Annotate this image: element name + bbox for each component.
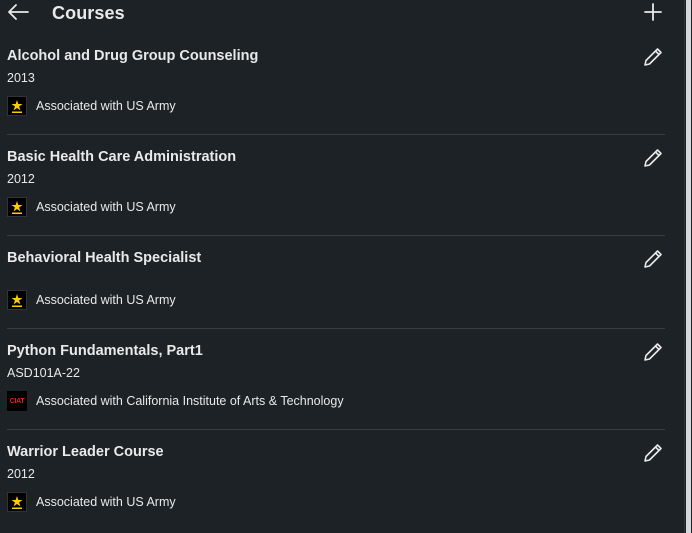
course-name: Behavioral Health Specialist [7, 250, 202, 266]
course-year: 2012 [7, 172, 35, 186]
association-text: Associated with US Army [36, 99, 176, 113]
edit-course-button[interactable] [640, 145, 666, 171]
association-text: Associated with US Army [36, 293, 176, 307]
header: Courses [0, 0, 685, 30]
courses-panel: Courses Alcohol and Drug Group Counselin… [0, 0, 685, 533]
arrow-left-icon [8, 4, 29, 20]
association-text: Associated with US Army [36, 200, 176, 214]
pencil-icon [644, 444, 662, 462]
edit-course-button[interactable] [640, 440, 666, 466]
page-title: Courses [52, 3, 125, 23]
course-item: Warrior Leader Course 2012 Associated wi… [7, 430, 665, 530]
course-number: ASD101A-22 [7, 366, 80, 380]
us-army-logo [7, 290, 27, 310]
us-army-logo [7, 492, 27, 512]
association: Associated with US Army [7, 196, 176, 218]
edit-course-button[interactable] [640, 339, 666, 365]
course-year: 2013 [7, 71, 35, 85]
course-item: Alcohol and Drug Group Counseling 2013 A… [7, 34, 665, 135]
ciat-logo: CIAT [7, 391, 27, 411]
pencil-icon [644, 48, 662, 66]
association-text: Associated with US Army [36, 495, 176, 509]
association: Associated with US Army [7, 491, 176, 513]
course-name: Basic Health Care Administration [7, 149, 237, 165]
association: Associated with US Army [7, 95, 176, 117]
us-army-logo [7, 197, 27, 217]
association-text: Associated with California Institute of … [36, 394, 344, 408]
course-name: Alcohol and Drug Group Counseling [7, 48, 259, 64]
association: CIAT Associated with California Institut… [7, 390, 344, 412]
course-name: Python Fundamentals, Part1 [7, 343, 203, 359]
course-list: Alcohol and Drug Group Counseling 2013 A… [7, 34, 665, 530]
course-item: Behavioral Health Specialist Associated … [7, 236, 665, 329]
us-army-logo [7, 96, 27, 116]
plus-icon [644, 3, 662, 21]
course-item: Python Fundamentals, Part1 ASD101A-22 CI… [7, 329, 665, 430]
pencil-icon [644, 250, 662, 268]
edit-course-button[interactable] [640, 246, 666, 272]
add-course-button[interactable] [640, 0, 666, 24]
pencil-icon [644, 149, 662, 167]
course-year: 2012 [7, 467, 35, 481]
scrollbar[interactable] [684, 0, 692, 533]
association: Associated with US Army [7, 289, 176, 311]
scrollbar-thumb[interactable] [686, 0, 691, 533]
pencil-icon [644, 343, 662, 361]
course-name: Warrior Leader Course [7, 444, 164, 460]
edit-course-button[interactable] [640, 44, 666, 70]
back-button[interactable] [4, 0, 32, 24]
course-item: Basic Health Care Administration 2012 As… [7, 135, 665, 236]
